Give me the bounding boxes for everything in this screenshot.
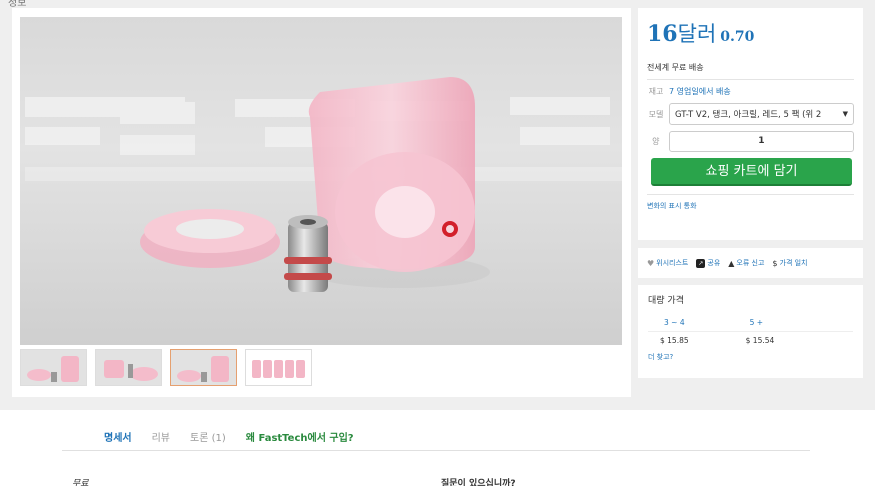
model-label: 모델: [648, 109, 664, 119]
wishlist-link[interactable]: ♥ 위시리스트: [647, 258, 688, 268]
find-more-link[interactable]: 더 찾고?: [648, 352, 853, 362]
heart-icon: ♥: [647, 258, 655, 268]
quantity-label: 양: [652, 137, 660, 146]
thumbnail-4[interactable]: [245, 349, 312, 386]
price-match-link[interactable]: $ 가격 일치: [772, 258, 807, 268]
add-to-cart-button[interactable]: 쇼핑 카트에 담기: [651, 158, 852, 186]
report-label: 오류 신고: [736, 259, 765, 267]
price-main: 16: [647, 21, 678, 47]
share-icon: ↗: [696, 258, 706, 268]
bulk-price-2: $ 15.54: [745, 336, 775, 345]
bulk-range-1: 3 ~ 4: [648, 314, 734, 332]
thumbnail-3[interactable]: [170, 349, 237, 386]
wishlist-label: 위시리스트: [656, 259, 689, 267]
buy-box: 16달러 0.70 전세계 무료 배송 재고 7 영업일에서 배송 모델 GT-T…: [638, 8, 863, 240]
product-gallery: [12, 8, 631, 397]
price-cents: 0.70: [720, 29, 755, 45]
action-bar: ♥ 위시리스트 ↗ 공유 ▲ 오류 신고 $ 가격 일치: [638, 248, 863, 278]
bulk-pricing: 대량 가격 3 ~ 4 5 + $ 15.85 $ 15.54 더 찾고?: [638, 285, 863, 378]
bulk-title: 대량 가격: [648, 296, 684, 306]
bulk-table: 3 ~ 4 5 + $ 15.85 $ 15.54: [648, 314, 853, 349]
free-shipping-label: 전세계 무료 배송: [647, 62, 854, 80]
details-section: 명세서 리뷰 토론 (1) 왜 FastTech에서 구입? 무료 질문이 있으…: [0, 410, 875, 486]
model-select[interactable]: GT-T V2, 탱크, 아크릴, 레드, 5 팩 (위 2 ▼: [669, 103, 854, 125]
report-error-link[interactable]: ▲ 오류 신고: [728, 258, 764, 268]
price-currency: 달러: [677, 22, 717, 46]
tab-specs[interactable]: 명세서: [104, 429, 132, 450]
tab-why-buy[interactable]: 왜 FastTech에서 구입?: [246, 429, 354, 450]
share-label: 공유: [707, 259, 721, 267]
bulk-range-2: 5 +: [733, 314, 820, 332]
quantity-input[interactable]: 1: [668, 131, 854, 152]
stock-value[interactable]: 7 영업일에서 배송: [669, 86, 731, 97]
free-label: 무료: [72, 479, 89, 486]
bulk-price-1: $ 15.85: [660, 336, 689, 345]
price: 16달러 0.70: [647, 18, 854, 48]
model-row: 모델 GT-T V2, 탱크, 아크릴, 레드, 5 팩 (위 2 ▼: [647, 103, 854, 125]
tab-discussion[interactable]: 토론 (1): [190, 429, 226, 450]
tab-reviews[interactable]: 리뷰: [152, 429, 170, 450]
thumbnail-strip: [20, 349, 312, 386]
main-product-photo[interactable]: [20, 17, 622, 345]
warning-icon: ▲: [728, 258, 735, 268]
detail-tabs: 명세서 리뷰 토론 (1) 왜 FastTech에서 구입?: [62, 429, 810, 451]
model-selected: GT-T V2, 탱크, 아크릴, 레드, 5 팩 (위 2: [675, 110, 822, 120]
quantity-row: 양 1: [647, 131, 854, 152]
price-match-label: 가격 일치: [779, 259, 808, 267]
thumbnail-1[interactable]: [20, 349, 87, 386]
chevron-down-icon: ▼: [842, 110, 848, 118]
stock-row: 재고 7 영업일에서 배송: [647, 86, 854, 97]
dollar-icon: $: [772, 258, 778, 268]
currency-link[interactable]: 변화의 표시 통화: [647, 194, 854, 211]
share-link[interactable]: ↗ 공유: [696, 258, 720, 268]
thumbnail-2[interactable]: [95, 349, 162, 386]
question-heading: 질문이 있으십니까?: [441, 479, 516, 486]
stock-label: 재고: [648, 87, 664, 96]
